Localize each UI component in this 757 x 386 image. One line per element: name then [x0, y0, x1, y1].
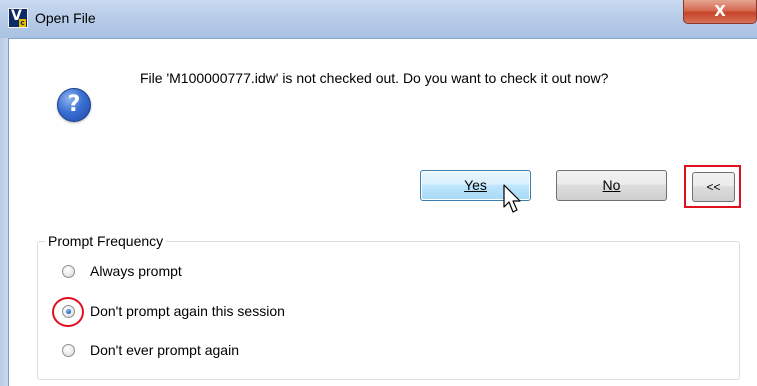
no-button-label: No — [602, 177, 621, 193]
title-bar[interactable]: V c Open File X — [0, 0, 757, 39]
radio-button[interactable] — [62, 265, 75, 278]
highlight-circle — [52, 297, 84, 327]
window-title: Open File — [35, 10, 96, 26]
radio-label: Don't prompt again this session — [90, 303, 285, 319]
highlight-box — [684, 165, 741, 208]
prompt-frequency-legend: Prompt Frequency — [45, 233, 167, 249]
yes-button-label: Yes — [464, 177, 487, 193]
vault-app-icon: V c — [8, 8, 28, 28]
radio-label: Don't ever prompt again — [90, 342, 239, 358]
radio-label: Always prompt — [90, 263, 182, 279]
window-left-border — [0, 38, 9, 386]
no-button[interactable]: No — [556, 170, 667, 201]
question-icon: ? — [57, 88, 91, 122]
close-button[interactable]: X — [683, 0, 757, 24]
dialog-message: File 'M100000777.idw' is not checked out… — [140, 70, 609, 86]
mouse-cursor-icon — [503, 184, 521, 213]
radio-button[interactable] — [62, 344, 75, 357]
close-icon: X — [714, 2, 726, 20]
app-icon-sub: c — [19, 19, 26, 27]
open-file-dialog: V c Open File X ? File 'M100000777.idw' … — [0, 0, 757, 386]
